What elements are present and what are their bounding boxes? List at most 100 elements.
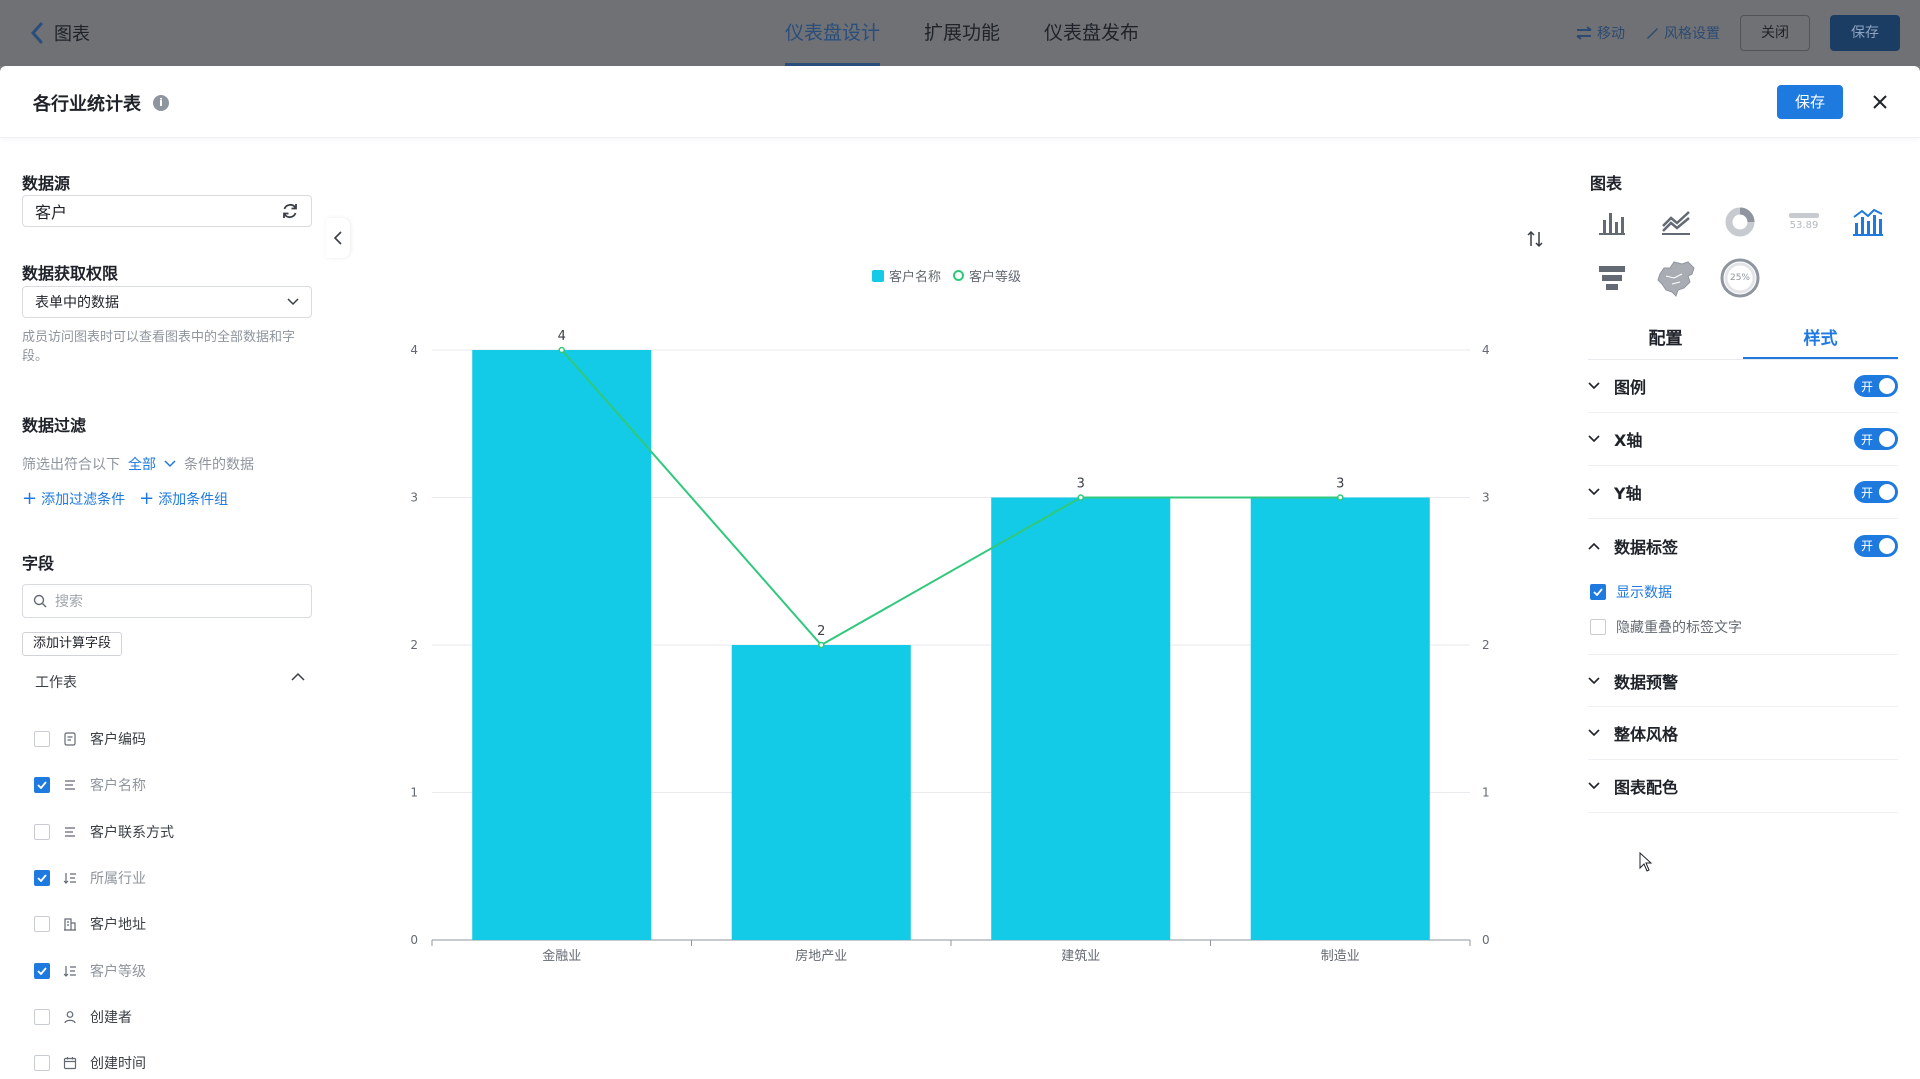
text-icon bbox=[62, 777, 78, 793]
show-data-checkbox[interactable] bbox=[1590, 584, 1606, 600]
permission-select[interactable]: 表单中的数据 bbox=[22, 286, 312, 318]
sheet-group-header[interactable]: 工作表 bbox=[35, 672, 305, 692]
text-icon bbox=[62, 824, 78, 840]
show-data-checkbox-row[interactable]: 显示数据 bbox=[1590, 582, 1672, 602]
field-item[interactable]: 创建时间 bbox=[34, 1040, 174, 1079]
line-point-2 bbox=[1077, 494, 1084, 501]
chevron-down-icon bbox=[1588, 729, 1600, 737]
chart-type-bar-line[interactable] bbox=[1844, 198, 1892, 246]
close-page-button[interactable]: 关闭 bbox=[1740, 15, 1810, 51]
doc-icon bbox=[62, 731, 78, 747]
info-icon[interactable]: i bbox=[153, 95, 169, 111]
chart-type-line[interactable] bbox=[1652, 198, 1700, 246]
collapse-left-panel-button[interactable] bbox=[326, 218, 350, 258]
tab-extensions[interactable]: 扩展功能 bbox=[924, 0, 1000, 66]
line-point-1 bbox=[818, 641, 825, 649]
hide-overlap-checkbox[interactable] bbox=[1590, 619, 1606, 635]
y2-tick-label: 4 bbox=[1482, 343, 1490, 357]
bar-3 bbox=[1250, 497, 1430, 940]
chart-type-funnel[interactable] bbox=[1588, 254, 1636, 302]
hide-overlap-checkbox-row[interactable]: 隐藏重叠的标签文字 bbox=[1590, 617, 1742, 637]
datasource-title: 数据源 bbox=[22, 174, 71, 193]
filter-condition-row: 筛选出符合以下 全部 条件的数据 bbox=[22, 454, 254, 474]
field-checkbox[interactable] bbox=[34, 870, 50, 887]
tab-dashboard-design[interactable]: 仪表盘设计 bbox=[785, 0, 881, 66]
field-name: 客户联系方式 bbox=[90, 824, 174, 841]
back-button[interactable]: 图表 bbox=[30, 20, 90, 46]
field-checkbox[interactable] bbox=[34, 916, 50, 933]
tab-style[interactable]: 样式 bbox=[1743, 320, 1898, 359]
save-button[interactable]: 保存 bbox=[1777, 85, 1843, 119]
plus-icon: + bbox=[22, 488, 38, 509]
gauge-sample: 25% bbox=[1729, 273, 1750, 283]
field-checkbox[interactable] bbox=[34, 823, 50, 840]
option-x-axis[interactable]: X轴 开 bbox=[1588, 413, 1898, 466]
chevron-down-icon[interactable] bbox=[164, 460, 176, 468]
option-data-labels[interactable]: 数据标签 开 bbox=[1588, 519, 1898, 572]
option-y-axis[interactable]: Y轴 开 bbox=[1588, 466, 1898, 519]
option-legend-header: 图例 bbox=[1588, 374, 1646, 398]
bar-chart-icon bbox=[1599, 213, 1625, 235]
tab-config[interactable]: 配置 bbox=[1588, 320, 1743, 359]
field-checkbox[interactable] bbox=[34, 731, 50, 748]
datasource-select[interactable]: 客户 bbox=[22, 195, 312, 227]
add-group-button[interactable]: + 添加条件组 bbox=[139, 488, 228, 509]
plus-icon: + bbox=[139, 488, 155, 509]
field-item[interactable]: 客户联系方式 bbox=[34, 809, 174, 855]
chart-type-map[interactable] bbox=[1652, 254, 1700, 302]
field-item[interactable]: 客户编码 bbox=[34, 716, 174, 762]
field-item[interactable]: 创建者 bbox=[34, 994, 174, 1040]
chart-type-bar[interactable] bbox=[1588, 198, 1636, 246]
option-chart-colors[interactable]: 图表配色 bbox=[1588, 760, 1898, 813]
chart-type-donut[interactable] bbox=[1716, 198, 1764, 246]
option-y-axis-header: Y轴 bbox=[1588, 480, 1642, 504]
save-page-button[interactable]: 保存 bbox=[1830, 15, 1900, 51]
filter-mode-select[interactable]: 全部 bbox=[128, 454, 156, 474]
option-data-alert-header: 数据预警 bbox=[1588, 669, 1678, 693]
option-overall-style[interactable]: 整体风格 bbox=[1588, 707, 1898, 760]
line-point-0 bbox=[558, 346, 565, 354]
legend-toggle[interactable]: 开 bbox=[1854, 375, 1898, 397]
field-search-input[interactable]: 搜索 bbox=[22, 584, 312, 618]
field-name: 客户地址 bbox=[90, 917, 146, 934]
bar-line-chart: 0 1 2 3 4 0 1 2 3 4 金融业 房地产业 建筑业 制造业 4 2 3 3 bbox=[410, 329, 1490, 964]
china-map-icon bbox=[1657, 261, 1695, 297]
permission-hint: 成员访问图表时可以查看图表中的全部数据和字段。 bbox=[22, 330, 296, 364]
kpi-sample: 53.89 bbox=[1789, 220, 1819, 231]
tab-dashboard-publish[interactable]: 仪表盘发布 bbox=[1044, 0, 1139, 66]
field-checkbox[interactable] bbox=[34, 1055, 50, 1072]
chart-type-kpi[interactable]: 53.89 bbox=[1780, 198, 1828, 246]
field-checkbox[interactable] bbox=[34, 1008, 50, 1025]
option-data-alert[interactable]: 数据预警 bbox=[1588, 654, 1898, 707]
field-name: 创建者 bbox=[90, 1009, 132, 1026]
field-item[interactable]: 客户名称 bbox=[34, 762, 174, 808]
option-chart-colors-header: 图表配色 bbox=[1588, 774, 1678, 798]
field-checkbox[interactable] bbox=[34, 777, 50, 794]
y-tick-label: 1 bbox=[410, 786, 418, 800]
data-labels-toggle[interactable]: 开 bbox=[1854, 534, 1898, 557]
x-axis-toggle[interactable]: 开 bbox=[1854, 428, 1898, 450]
y-tick-label: 3 bbox=[410, 491, 418, 505]
filter-suffix: 条件的数据 bbox=[184, 457, 254, 473]
option-data-labels-header: 数据标签 bbox=[1588, 534, 1678, 558]
chevron-down-icon bbox=[287, 298, 299, 306]
y-axis-toggle[interactable]: 开 bbox=[1854, 481, 1898, 503]
refresh-icon[interactable] bbox=[281, 202, 299, 220]
add-calc-field-button[interactable]: 添加计算字段 bbox=[22, 632, 123, 656]
chart-type-gauge[interactable]: 25% bbox=[1716, 254, 1764, 302]
option-legend[interactable]: 图例 开 bbox=[1588, 360, 1898, 413]
field-item[interactable]: 所属行业 bbox=[34, 855, 174, 901]
check-icon bbox=[37, 781, 47, 790]
field-name: 创建时间 bbox=[90, 1056, 146, 1073]
move-icon bbox=[1576, 26, 1592, 40]
fields-title: 字段 bbox=[22, 554, 55, 573]
field-item[interactable]: 客户等级 bbox=[34, 947, 174, 993]
field-checkbox[interactable] bbox=[34, 962, 50, 979]
move-button[interactable]: 移动 bbox=[1576, 23, 1625, 43]
add-filter-button[interactable]: + 添加过滤条件 bbox=[22, 488, 125, 509]
style-settings-button[interactable]: 风格设置 bbox=[1645, 23, 1720, 43]
y2-tick-label: 1 bbox=[1482, 786, 1490, 800]
close-button[interactable] bbox=[1866, 88, 1894, 116]
field-item[interactable]: 客户地址 bbox=[34, 901, 174, 947]
field-name: 所属行业 bbox=[90, 871, 146, 888]
